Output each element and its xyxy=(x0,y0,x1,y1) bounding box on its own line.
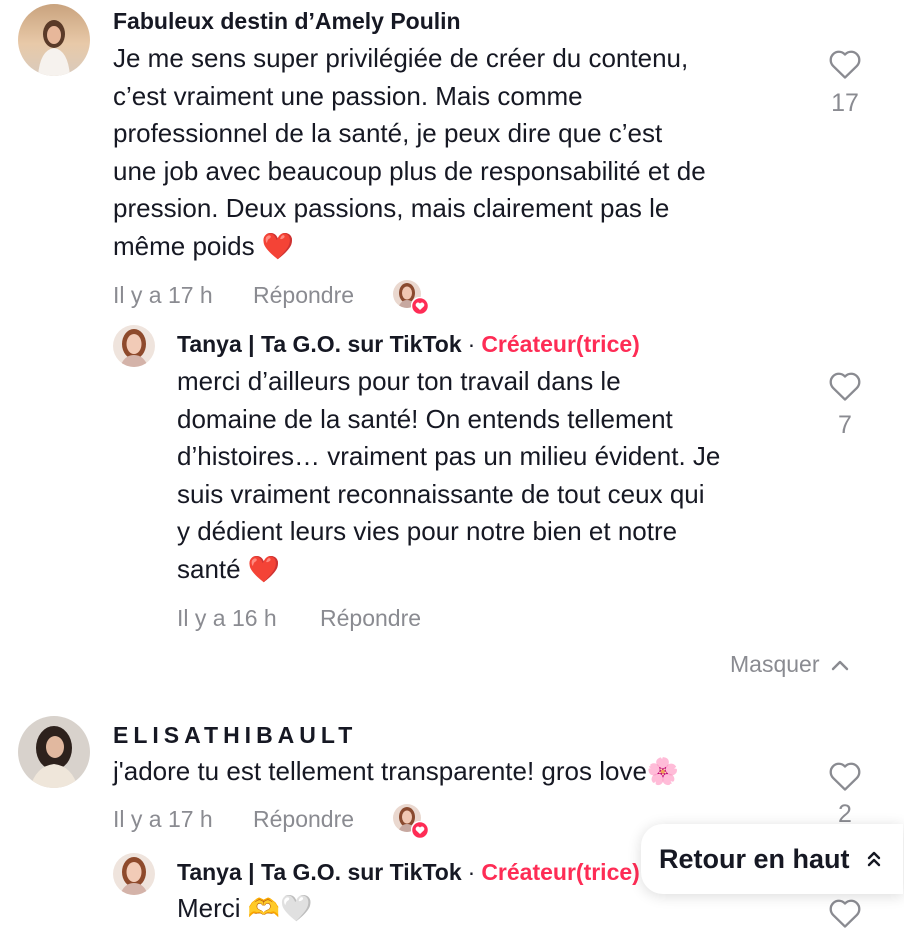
heart-outline-icon xyxy=(829,762,861,791)
like-button[interactable] xyxy=(825,760,865,792)
reply-button[interactable]: Répondre xyxy=(320,605,421,632)
heart-outline-icon xyxy=(829,899,861,928)
hide-replies-button[interactable]: Masquer xyxy=(730,651,849,678)
comment-username[interactable]: ELISATHIBAULT xyxy=(113,722,357,749)
comment-timestamp: Il y a 17 h xyxy=(113,282,213,308)
avatar[interactable] xyxy=(18,4,90,76)
comment-username[interactable]: Fabuleux destin d’Amely Poulin xyxy=(113,8,461,35)
comment-text-line: c’est vraiment une passion. Mais comme xyxy=(113,80,583,111)
hide-replies-label: Masquer xyxy=(730,651,820,677)
comment-text-line: pression. Deux passions, mais clairement… xyxy=(113,193,670,224)
creator-badge: Créateur(trice) xyxy=(481,331,640,357)
reply-username[interactable]: Tanya | Ta G.O. sur TikTok xyxy=(177,859,462,885)
comment-text-line: même poids ❤️ xyxy=(113,230,295,261)
heart-outline-icon xyxy=(829,50,861,79)
comment-text-line: Je me sens super privilégiée de créer du… xyxy=(113,43,689,73)
comment-text-line: professionnel de la santé, je peux dire … xyxy=(113,118,663,149)
back-to-top-button[interactable]: Retour en haut xyxy=(641,824,903,894)
reply-username-row: Tanya | Ta G.O. sur TikTok · Créateur(tric… xyxy=(177,859,640,886)
reply-username-row: Tanya | Ta G.O. sur TikTok · Créateur(tric… xyxy=(177,331,640,358)
creator-badge: Créateur(trice) xyxy=(481,859,640,885)
avatar[interactable] xyxy=(113,853,155,895)
like-button[interactable] xyxy=(825,48,865,80)
like-count: 7 xyxy=(838,411,852,439)
back-to-top-label: Retour en haut xyxy=(659,843,850,874)
comment-text-line: une job avec beaucoup plus de responsabi… xyxy=(113,155,706,186)
like-button[interactable] xyxy=(825,897,865,929)
like-button[interactable] xyxy=(825,370,865,402)
separator-dot: · xyxy=(467,331,476,357)
reply-timestamp: Il y a 16 h xyxy=(177,605,277,631)
reply-button[interactable]: Répondre xyxy=(253,806,354,833)
reply-username[interactable]: Tanya | Ta G.O. sur TikTok xyxy=(177,331,462,357)
reply-text-line: y dédient leurs vies pour notre bien et … xyxy=(177,516,678,547)
comment-text: j'adore tu est tellement transparente! g… xyxy=(113,756,680,786)
comment-text: Je me sens super privilégiée de créer du… xyxy=(113,40,813,266)
double-chevron-up-icon xyxy=(867,851,880,867)
reply-text-line: d’histoires… vraiment pas un milieu évid… xyxy=(177,441,721,472)
reply-button[interactable]: Répondre xyxy=(253,282,354,309)
reply-text-line: domaine de la santé! On entends tellemen… xyxy=(177,403,673,434)
reply-text-line: santé ❤️ xyxy=(177,553,281,584)
like-count: 17 xyxy=(831,89,859,117)
chevron-up-icon xyxy=(832,660,849,670)
creator-liked-badge xyxy=(393,280,429,316)
avatar[interactable] xyxy=(113,325,155,367)
comment-timestamp: Il y a 17 h xyxy=(113,806,213,832)
reply-text-line: suis vraiment reconnaissante de tout ceu… xyxy=(177,478,705,509)
reply-text: merci d’ailleurs pour ton travail dans l… xyxy=(177,363,817,589)
heart-outline-icon xyxy=(829,372,861,401)
reply-text: Merci 🫶🤍 xyxy=(177,893,313,923)
creator-liked-badge-icon xyxy=(411,297,429,315)
separator-dot: · xyxy=(467,859,476,885)
reply-text-line: merci d’ailleurs pour ton travail dans l… xyxy=(177,366,621,396)
creator-liked-badge xyxy=(393,804,429,840)
creator-liked-badge-icon xyxy=(411,821,429,839)
avatar[interactable] xyxy=(18,716,90,788)
